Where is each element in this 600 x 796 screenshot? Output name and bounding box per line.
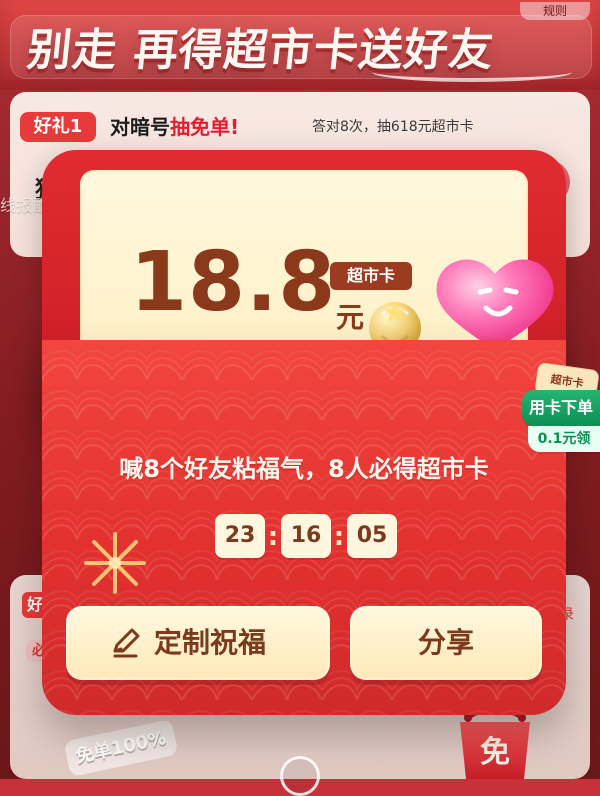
firework-icon (84, 532, 146, 594)
task-title: 对暗号抽免单! (110, 112, 239, 142)
timer-separator: : (267, 522, 279, 552)
share-button[interactable]: 分享 (350, 606, 542, 680)
use-card-order-button[interactable]: 用卡下单 (522, 390, 600, 426)
coupon-amount: 18.8 (130, 235, 337, 330)
timer-hours: 23 (215, 514, 265, 558)
use-card-subtext: 0.1元领 (528, 426, 600, 452)
gift-tag: 好礼1 (20, 112, 96, 142)
task-title-prefix: 对暗号 (110, 115, 170, 139)
timer-separator: : (333, 522, 345, 552)
coupon-type-chip: 超市卡 (330, 262, 412, 290)
modal-close-button[interactable] (280, 756, 320, 796)
svg-text:免: 免 (480, 735, 510, 770)
customize-blessing-label: 定制祝福 (154, 626, 267, 659)
task-title-red: 抽免单! (170, 115, 240, 139)
task-description: 答对8次，抽618元超市卡 (312, 119, 474, 135)
share-label: 分享 (417, 626, 474, 659)
timer-seconds: 05 (347, 514, 397, 558)
pencil-icon (113, 628, 140, 658)
timer-minutes: 16 (281, 514, 331, 558)
invite-message: 喊8个好友粘福气，8人必得超市卡 (119, 455, 489, 483)
customize-blessing-button[interactable]: 定制祝福 (66, 606, 330, 680)
headline-ribbon (372, 62, 572, 82)
